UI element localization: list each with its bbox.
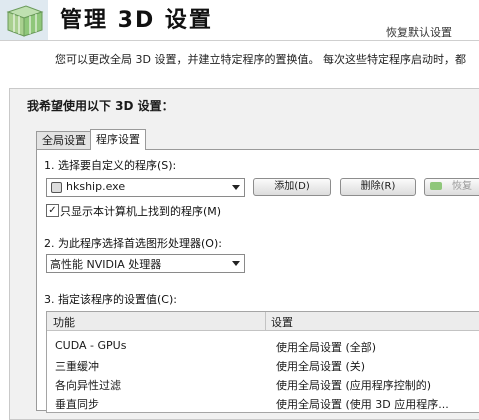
restore-icon bbox=[430, 182, 442, 190]
gpu-select[interactable]: 高性能 NVIDIA 处理器 bbox=[46, 254, 245, 273]
step1-label: 1. 选择要自定义的程序(S): bbox=[44, 159, 177, 172]
restore-button[interactable]: 恢复 bbox=[424, 178, 479, 196]
show-only-local-checkbox[interactable]: ✓ bbox=[46, 204, 59, 217]
table-row[interactable]: 垂直同步 使用全局设置 (使用 3D 应用程序... bbox=[47, 393, 479, 412]
program-icon bbox=[51, 182, 62, 193]
chevron-down-icon bbox=[232, 185, 240, 190]
column-divider[interactable] bbox=[265, 312, 266, 330]
page-title: 管理 3D 设置 bbox=[60, 8, 213, 33]
chevron-down-icon bbox=[232, 261, 240, 266]
column-header-feature[interactable]: 功能 bbox=[53, 314, 75, 330]
row-setting: 使用全局设置 (应用程序控制的) bbox=[276, 379, 432, 392]
row-feature: 三重缓冲 bbox=[55, 360, 99, 373]
tab-global-settings[interactable]: 全局设置 bbox=[36, 131, 92, 149]
step2-label: 2. 为此程序选择首选图形处理器(O): bbox=[44, 237, 222, 250]
row-feature: 垂直同步 bbox=[55, 398, 99, 411]
row-setting: 使用全局设置 (关) bbox=[276, 360, 366, 373]
column-header-setting[interactable]: 设置 bbox=[271, 314, 293, 330]
nvidia-3d-cube-icon bbox=[0, 0, 48, 40]
page-description: 您可以更改全局 3D 设置，并建立特定程序的置换值。 每次这些特定程序启动时，都 bbox=[55, 53, 466, 66]
restore-defaults-link[interactable]: 恢复默认设置 bbox=[386, 24, 452, 40]
tab-program-settings[interactable]: 程序设置 bbox=[90, 129, 146, 150]
settings-table: 功能 设置 CUDA - GPUs 使用全局设置 (全部) 三重缓冲 使用全局设… bbox=[46, 311, 479, 413]
show-only-local-label: 只显示本计算机上找到的程序(M) bbox=[60, 205, 222, 218]
table-row[interactable]: 三重缓冲 使用全局设置 (关) bbox=[47, 355, 479, 374]
restore-button-label: 恢复 bbox=[452, 181, 472, 192]
add-button[interactable]: 添加(D) bbox=[253, 178, 331, 196]
header-divider bbox=[0, 40, 479, 41]
program-select[interactable]: hkship.exe bbox=[46, 178, 245, 197]
gpu-select-value: 高性能 NVIDIA 处理器 bbox=[50, 258, 162, 271]
delete-button[interactable]: 删除(R) bbox=[340, 178, 416, 196]
program-select-value: hkship.exe bbox=[66, 180, 126, 193]
row-feature: CUDA - GPUs bbox=[55, 339, 127, 352]
row-feature: 各向异性过滤 bbox=[55, 379, 121, 392]
step3-label: 3. 指定该程序的设置值(C): bbox=[44, 293, 177, 306]
row-setting: 使用全局设置 (全部) bbox=[276, 341, 377, 354]
section-heading: 我希望使用以下 3D 设置： bbox=[27, 99, 174, 113]
row-setting: 使用全局设置 (使用 3D 应用程序... bbox=[276, 398, 449, 411]
table-row[interactable]: 各向异性过滤 使用全局设置 (应用程序控制的) bbox=[47, 374, 479, 393]
table-row[interactable]: CUDA - GPUs 使用全局设置 (全部) bbox=[47, 336, 479, 355]
table-header: 功能 设置 bbox=[47, 312, 479, 331]
